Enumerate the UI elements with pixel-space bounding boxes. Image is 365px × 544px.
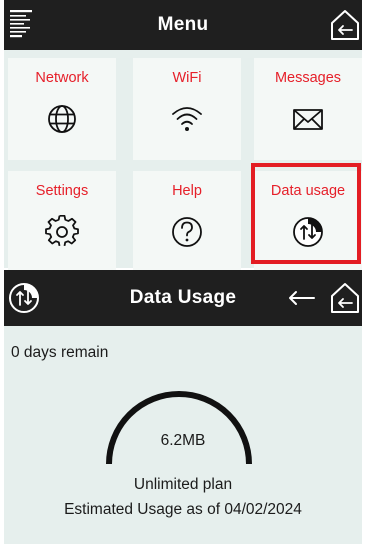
plan-name: Unlimited plan	[133, 476, 233, 493]
tile-label-network: Network	[35, 70, 89, 86]
estimated-usage-date: Estimated Usage as of 04/02/2024	[64, 501, 302, 518]
tile-wifi[interactable]: WiFi	[133, 58, 241, 160]
globe-icon	[48, 105, 76, 133]
envelope-icon	[293, 109, 323, 130]
days-remaining-text: 0 days remain	[11, 344, 109, 361]
tile-label-help: Help	[172, 183, 202, 199]
tile-network[interactable]: Network	[8, 58, 116, 160]
tile-messages[interactable]: Messages	[254, 58, 362, 160]
tile-help[interactable]: Help	[133, 171, 241, 273]
app-screen: Menu Network WiFi Messages Settings Help…	[0, 0, 365, 544]
menu-title: Menu	[157, 14, 209, 35]
menu-header: Menu	[4, 0, 362, 50]
data-usage-header: Data Usage	[4, 270, 362, 326]
home-icon[interactable]	[330, 282, 360, 314]
tile-label-messages: Messages	[274, 70, 342, 86]
back-arrow-icon[interactable]	[286, 287, 318, 309]
data-usage-panel: 0 days remain 6.2MB Unlimited plan Estim…	[4, 326, 362, 544]
tile-label-wifi: WiFi	[172, 70, 202, 86]
data-used-value: 6.2MB	[160, 432, 206, 449]
home-icon[interactable]	[330, 9, 360, 41]
selected-tile-highlight	[251, 163, 361, 264]
question-icon	[172, 217, 202, 247]
tile-label-settings: Settings	[35, 183, 89, 199]
usage-gauge	[106, 391, 252, 465]
tile-settings[interactable]: Settings	[8, 171, 116, 273]
gear-icon	[45, 215, 79, 247]
wifi-icon	[172, 107, 202, 131]
